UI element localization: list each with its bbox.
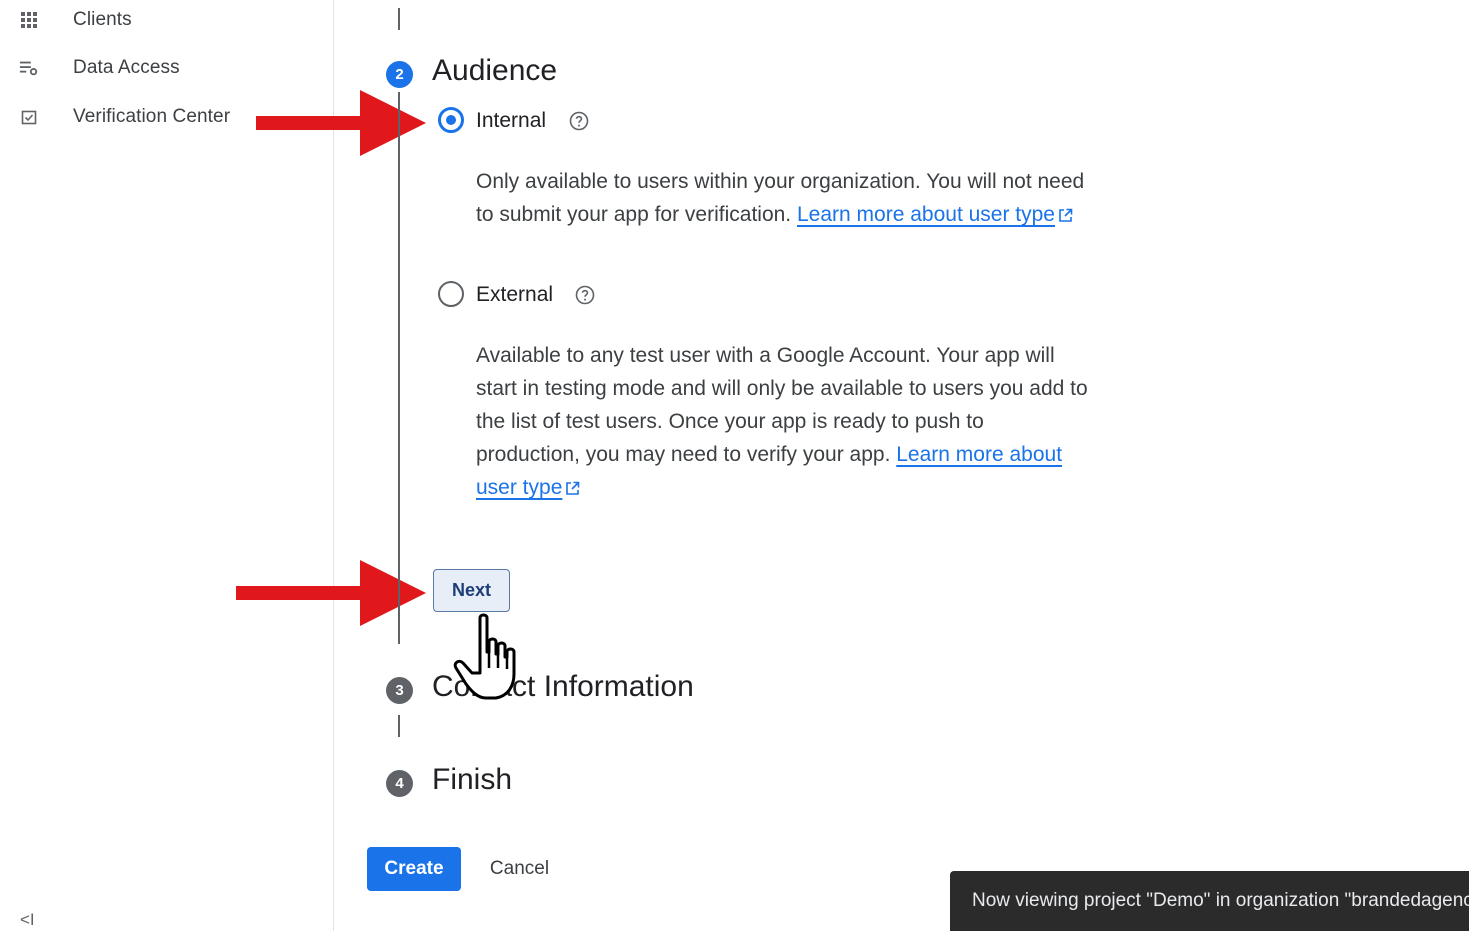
- external-label[interactable]: External: [476, 283, 553, 307]
- learn-more-user-type-link[interactable]: Learn more about user type: [797, 203, 1055, 226]
- step-4-badge: 4: [386, 770, 413, 797]
- cancel-button[interactable]: Cancel: [477, 847, 562, 891]
- hand-pointer-cursor-icon: [453, 613, 516, 700]
- stepper-connector: [398, 8, 400, 30]
- apps-grid-icon: [19, 10, 39, 30]
- internal-label[interactable]: Internal: [476, 109, 546, 133]
- data-access-icon: [19, 58, 39, 78]
- external-radio[interactable]: [438, 281, 464, 307]
- sidebar-item-clients[interactable]: Clients: [0, 0, 333, 40]
- step-4-title[interactable]: Finish: [432, 763, 512, 797]
- step-3-badge: 3: [386, 677, 413, 704]
- sidebar-item-label: Data Access: [73, 57, 180, 78]
- help-circle-icon[interactable]: [569, 111, 589, 131]
- help-circle-icon[interactable]: [575, 285, 595, 305]
- stepper-connector: [398, 92, 400, 644]
- snackbar-toast: Now viewing project "Demo" in organizati…: [950, 871, 1469, 931]
- step-2-badge: 2: [386, 61, 413, 88]
- step-2-title[interactable]: Audience: [432, 54, 557, 88]
- toast-message: Now viewing project "Demo" in organizati…: [972, 890, 1469, 911]
- stepper-connector: [398, 715, 400, 737]
- sidebar-item-label: Verification Center: [73, 106, 231, 127]
- create-button[interactable]: Create: [367, 847, 461, 891]
- sidebar-item-data-access[interactable]: Data Access: [0, 48, 333, 88]
- open-in-new-icon: [566, 481, 580, 495]
- next-button[interactable]: Next: [433, 569, 510, 612]
- open-in-new-icon: [1059, 208, 1073, 222]
- collapse-sidebar-icon[interactable]: <I: [20, 910, 35, 930]
- verification-icon: [19, 107, 39, 127]
- internal-description: Only available to users within your orga…: [476, 170, 1085, 226]
- annotation-arrow-internal: [256, 90, 426, 156]
- external-description: Available to any test user with a Google…: [476, 344, 1088, 499]
- sidebar-item-label: Clients: [73, 9, 132, 30]
- internal-radio[interactable]: [438, 107, 464, 133]
